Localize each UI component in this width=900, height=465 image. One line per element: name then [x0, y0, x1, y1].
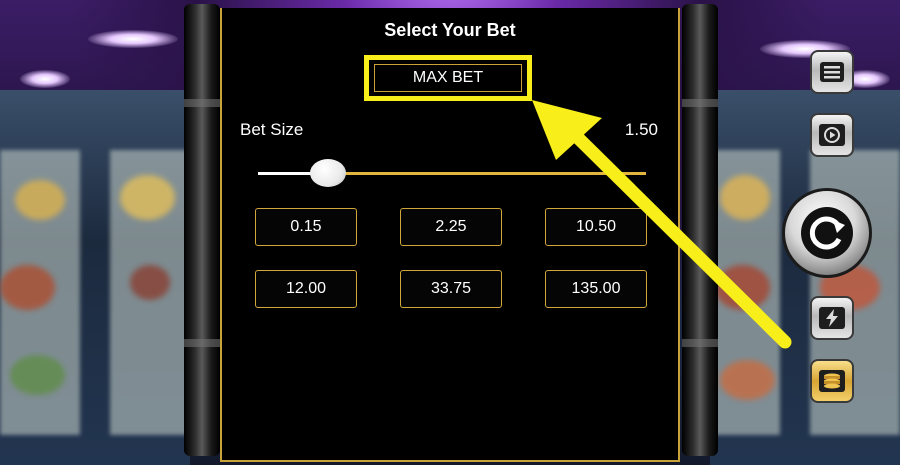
max-bet-highlight: MAX BET: [364, 55, 532, 101]
slider-track-empty: [328, 172, 646, 175]
slider-thumb[interactable]: [310, 159, 346, 187]
spin-icon: [801, 207, 853, 259]
ceiling-light: [88, 30, 178, 48]
lightning-icon: [819, 307, 845, 329]
bet-size-slider[interactable]: [258, 158, 646, 188]
ceiling-light: [20, 70, 70, 88]
spin-button[interactable]: [782, 188, 872, 278]
menu-icon: [820, 62, 844, 82]
bet-option-button[interactable]: 33.75: [400, 270, 502, 308]
bet-button[interactable]: [810, 359, 854, 403]
bet-option-button[interactable]: 12.00: [255, 270, 357, 308]
slot-machine-right: [710, 90, 900, 465]
menu-button[interactable]: [810, 50, 854, 94]
slot-machine-left: [0, 90, 190, 465]
autoplay-button[interactable]: [810, 113, 854, 157]
bet-selection-panel: Select Your Bet MAX BET Bet Size 1.50 0.…: [220, 8, 680, 462]
turbo-button[interactable]: [810, 296, 854, 340]
left-frame-pillar: [184, 4, 220, 456]
autoplay-icon: [819, 124, 845, 146]
panel-title: Select Your Bet: [384, 20, 516, 40]
right-frame-pillar: [682, 4, 718, 456]
bet-size-value: 1.50: [624, 120, 658, 139]
bet-option-button[interactable]: 10.50: [545, 208, 647, 246]
max-bet-button[interactable]: MAX BET: [374, 64, 522, 92]
coin-stack-icon: [819, 370, 845, 392]
bet-option-button[interactable]: 0.15: [255, 208, 357, 246]
bet-size-label: Bet Size: [240, 120, 304, 139]
bet-option-button[interactable]: 135.00: [545, 270, 647, 308]
bet-option-button[interactable]: 2.25: [400, 208, 502, 246]
